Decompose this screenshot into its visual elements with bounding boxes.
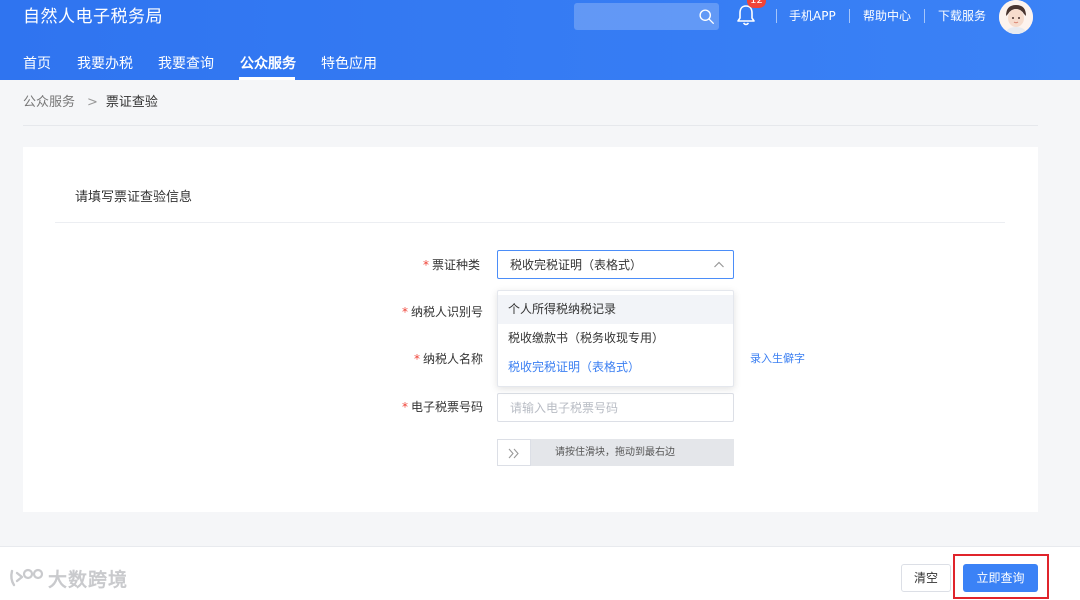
breadcrumb: 公众服务 > 票证查验 xyxy=(23,94,158,112)
avatar[interactable] xyxy=(999,0,1033,34)
nav-item-home[interactable]: 首页 xyxy=(23,55,51,73)
notification-badge: 12 xyxy=(747,0,766,8)
nav-item-query[interactable]: 我要查询 xyxy=(158,55,214,73)
cert-type-selected-value: 税收完税证明（表格式） xyxy=(510,258,643,272)
double-chevron-right-icon xyxy=(508,448,519,459)
required-mark: * xyxy=(413,352,420,366)
breadcrumb-current: 票证查验 xyxy=(105,95,158,110)
chevron-up-icon xyxy=(714,261,724,268)
ebill-number-label-text: 电子税票号码 xyxy=(410,400,483,414)
breadcrumb-parent[interactable]: 公众服务 xyxy=(23,95,75,110)
nav-item-tax-handling[interactable]: 我要办税 xyxy=(77,55,133,73)
help-center-link[interactable]: 帮助中心 xyxy=(863,8,911,24)
search-box[interactable] xyxy=(574,3,719,30)
taxpayer-name-label-text: 纳税人名称 xyxy=(422,352,483,366)
ebill-number-input[interactable] xyxy=(497,393,734,422)
active-tab-indicator xyxy=(239,77,295,80)
rare-character-link[interactable]: 录入生僻字 xyxy=(750,352,805,366)
watermark: 大数跨境 xyxy=(8,567,128,592)
watermark-logo-icon xyxy=(10,568,44,587)
search-input[interactable] xyxy=(580,7,690,26)
cert-type-label: * 票证种类 xyxy=(423,257,480,273)
header-separator xyxy=(849,9,850,23)
verification-form-card: 请填写票证查验信息 * 票证种类 税收完税证明（表格式） * 纳税人识别号 * 纳税人… xyxy=(23,147,1038,512)
header-separator xyxy=(776,9,777,23)
cert-type-dropdown: 个人所得税纳税记录 税收缴款书（税务收现专用） 税收完税证明（表格式） xyxy=(497,290,734,387)
dropdown-option[interactable]: 个人所得税纳税记录 xyxy=(498,295,733,324)
dropdown-option[interactable]: 税收缴款书（税务收现专用） xyxy=(498,324,733,353)
query-button[interactable]: 立即查询 xyxy=(963,564,1038,592)
required-mark: * xyxy=(422,258,429,272)
clear-button[interactable]: 清空 xyxy=(901,564,951,592)
app-title: 自然人电子税务局 xyxy=(23,7,163,27)
search-icon[interactable] xyxy=(698,8,715,25)
header-separator xyxy=(924,9,925,23)
ebill-number-label: * 电子税票号码 xyxy=(402,399,483,415)
nav-item-public-service[interactable]: 公众服务 xyxy=(240,55,296,73)
slider-captcha: 请按住滑块，拖动到最右边 xyxy=(497,439,734,466)
form-divider xyxy=(55,222,1005,223)
slider-handle[interactable] xyxy=(497,439,531,466)
mobile-app-link[interactable]: 手机APP xyxy=(789,8,836,24)
top-header: 自然人电子税务局 12 手机APP 帮助中心 下载服务 首页 我要办税 我要查询… xyxy=(0,0,1080,80)
form-title: 请填写票证查验信息 xyxy=(75,190,193,205)
watermark-text: 大数跨境 xyxy=(48,569,129,591)
cert-type-select[interactable]: 税收完税证明（表格式） xyxy=(497,250,734,279)
breadcrumb-divider xyxy=(23,125,1038,126)
required-mark: * xyxy=(401,400,408,414)
breadcrumb-separator: > xyxy=(87,95,98,110)
required-mark: * xyxy=(401,305,408,319)
download-service-link[interactable]: 下载服务 xyxy=(938,8,986,24)
taxpayer-id-label-text: 纳税人识别号 xyxy=(410,305,483,319)
taxpayer-name-label: * 纳税人名称 xyxy=(414,351,483,367)
slider-instruction: 请按住滑块，拖动到最右边 xyxy=(555,447,675,458)
user-avatar-icon xyxy=(999,0,1033,34)
nav-item-featured-apps[interactable]: 特色应用 xyxy=(321,55,377,73)
action-footer: 大数跨境 清空 立即查询 xyxy=(0,546,1080,600)
cert-type-label-text: 票证种类 xyxy=(431,258,480,272)
taxpayer-id-label: * 纳税人识别号 xyxy=(402,304,483,320)
dropdown-option-selected[interactable]: 税收完税证明（表格式） xyxy=(498,353,733,382)
